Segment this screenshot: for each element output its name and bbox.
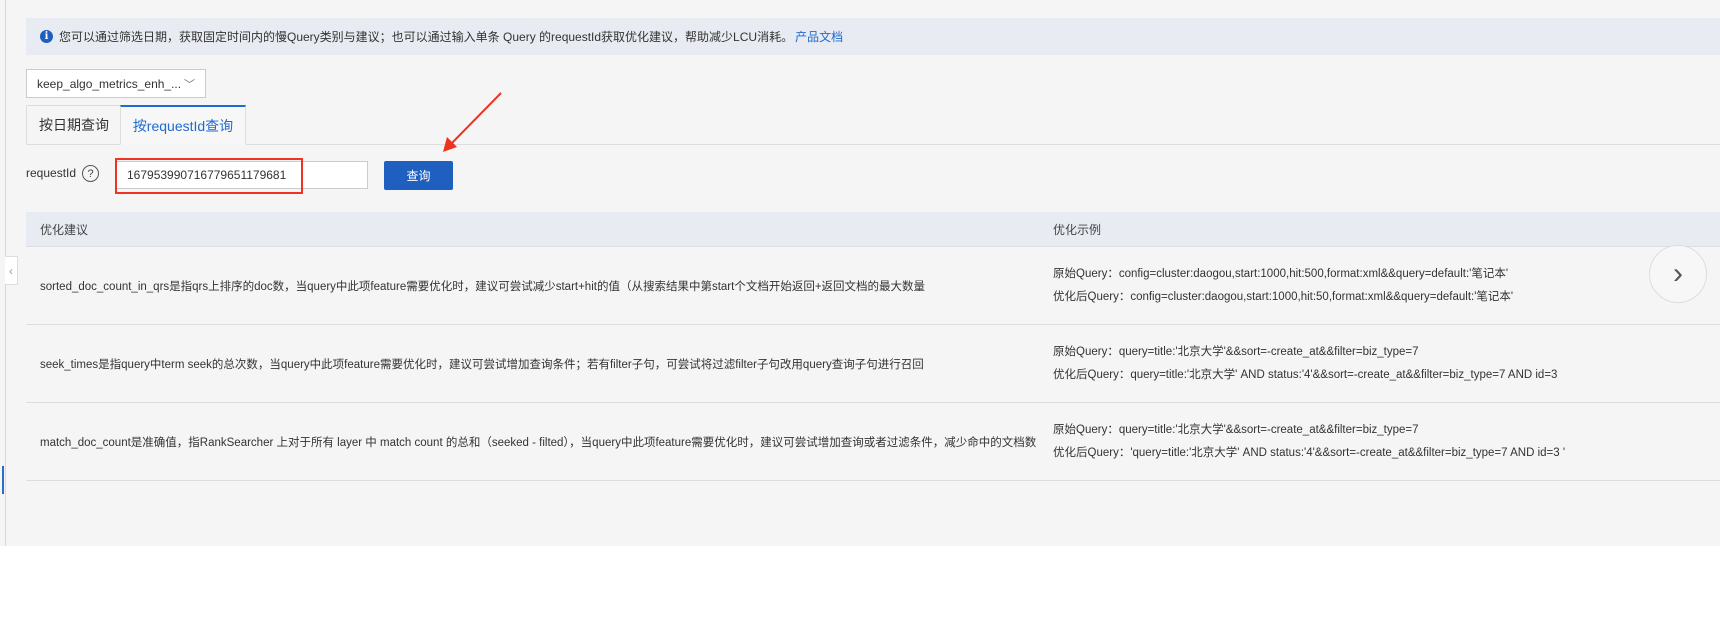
chevron-right-icon: ›	[1673, 257, 1683, 290]
original-query: 原始Query：query=title:'北京大学'&&sort=-create…	[1053, 424, 1419, 436]
table-row: sorted_doc_count_in_qrs是指qrs上排序的doc数，当qu…	[26, 247, 1720, 325]
table-row: match_doc_count是准确值，指RankSearcher 上对于所有 …	[26, 403, 1720, 481]
example-cell: 原始Query：query=title:'北京大学'&&sort=-create…	[1053, 415, 1720, 468]
table-header: 优化建议 优化示例	[26, 212, 1720, 247]
header-suggestion: 优化建议	[40, 222, 89, 237]
header-example: 优化示例	[1053, 222, 1102, 237]
original-query: 原始Query：query=title:'北京大学'&&sort=-create…	[1053, 346, 1419, 358]
example-cell: 原始Query：query=title:'北京大学'&&sort=-create…	[1053, 337, 1720, 390]
suggestions-table: 优化建议 优化示例 sorted_doc_count_in_qrs是指qrs上排…	[26, 212, 1720, 481]
next-page-button[interactable]: ›	[1649, 245, 1707, 303]
table-row: seek_times是指query中term seek的总次数，当query中此…	[26, 325, 1720, 403]
suggestion-cell: match_doc_count是准确值，指RankSearcher 上对于所有 …	[40, 436, 1037, 449]
example-cell: 原始Query：config=cluster:daogou,start:1000…	[1053, 259, 1720, 312]
suggestion-cell: seek_times是指query中term seek的总次数，当query中此…	[40, 358, 924, 371]
optimized-query: 优化后Query：query=title:'北京大学' AND status:'…	[1053, 369, 1558, 381]
suggestion-cell: sorted_doc_count_in_qrs是指qrs上排序的doc数，当qu…	[40, 280, 926, 293]
optimized-query: 优化后Query：'query=title:'北京大学' AND status:…	[1053, 447, 1566, 459]
original-query: 原始Query：config=cluster:daogou,start:1000…	[1053, 268, 1509, 280]
optimized-query: 优化后Query：config=cluster:daogou,start:100…	[1053, 291, 1514, 303]
